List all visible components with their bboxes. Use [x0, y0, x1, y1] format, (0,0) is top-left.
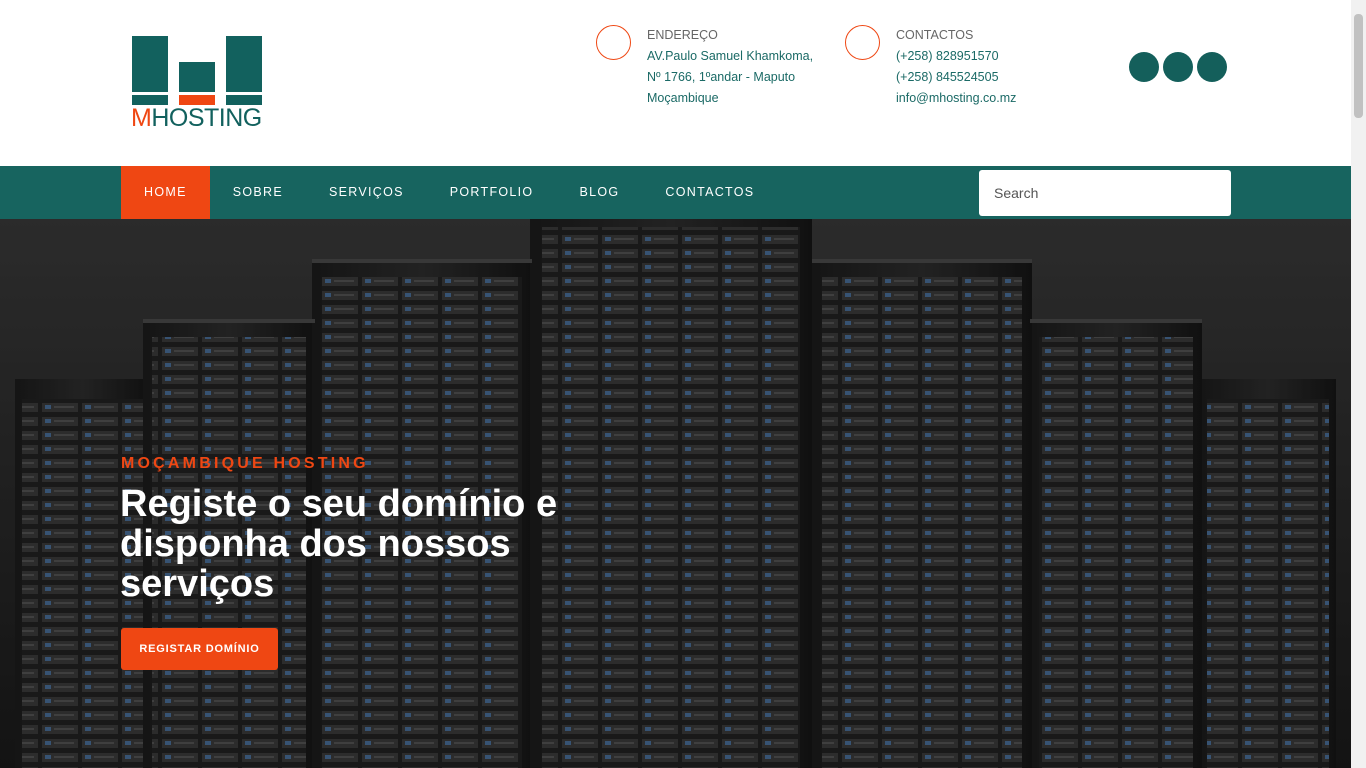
register-domain-button[interactable]: REGISTAR DOMÍNIO — [121, 628, 278, 670]
contact-phone[interactable]: (+258) 828951570 — [896, 46, 1016, 67]
nav-item-servicos[interactable]: SERVIÇOS — [306, 166, 427, 219]
contact-phone[interactable]: (+258) 845524505 — [896, 67, 1016, 88]
search-input[interactable] — [979, 170, 1231, 216]
logo[interactable]: MHOSTING — [131, 36, 263, 132]
nav-item-contactos[interactable]: CONTACTOS — [642, 166, 777, 219]
scrollbar-thumb[interactable] — [1354, 14, 1363, 118]
nav-item-sobre[interactable]: SOBRE — [210, 166, 306, 219]
phone-icon — [845, 25, 880, 60]
address-title: ENDEREÇO — [647, 28, 718, 42]
page: MHOSTING ENDEREÇO AV.Paulo Samuel Khamko… — [0, 0, 1351, 768]
hero-banner: MOÇAMBIQUE HOSTING Registe o seu domínio… — [0, 219, 1351, 768]
nav-item-blog[interactable]: BLOG — [556, 166, 642, 219]
address-line: AV.Paulo Samuel Khamkoma, — [647, 49, 814, 63]
address-line: Nº 1766, 1ºandar - Maputo — [647, 70, 796, 84]
page-scrollbar[interactable] — [1351, 0, 1366, 768]
nav-item-portfolio[interactable]: PORTFOLIO — [427, 166, 557, 219]
location-icon — [596, 25, 631, 60]
logo-text: MHOSTING — [131, 104, 262, 132]
logo-mark-icon — [132, 36, 262, 105]
social-links — [1129, 52, 1227, 82]
social-icon-3[interactable] — [1197, 52, 1227, 82]
contacts-title: CONTACTOS — [896, 28, 974, 42]
address-line: Moçambique — [647, 91, 719, 105]
social-icon-1[interactable] — [1129, 52, 1159, 82]
social-icon-2[interactable] — [1163, 52, 1193, 82]
top-header: MHOSTING ENDEREÇO AV.Paulo Samuel Khamko… — [0, 0, 1351, 166]
main-nav: HOME SOBRE SERVIÇOS PORTFOLIO BLOG CONTA… — [0, 166, 1351, 219]
contact-email[interactable]: info@mhosting.co.mz — [896, 88, 1016, 109]
nav-item-home[interactable]: HOME — [121, 166, 210, 219]
hero-kicker: MOÇAMBIQUE HOSTING — [121, 455, 369, 472]
hero-title: Registe o seu domínio e disponha dos nos… — [120, 483, 558, 605]
